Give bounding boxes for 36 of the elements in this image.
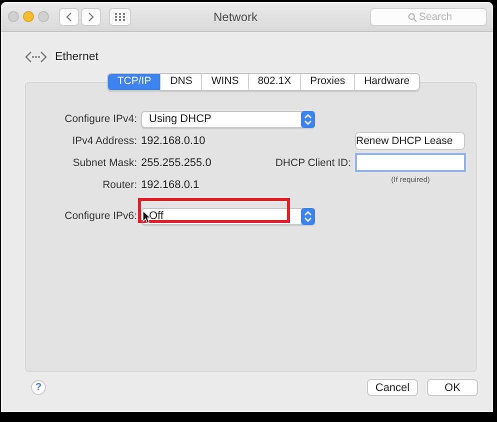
grid-button[interactable] [109, 8, 131, 26]
back-button[interactable] [59, 8, 79, 26]
field-value: 192.168.0.10 [141, 134, 206, 149]
chevron-right-icon [88, 12, 94, 22]
tab[interactable]: 802.1X [248, 74, 300, 90]
tab[interactable]: DNS [160, 74, 202, 90]
tab[interactable]: Hardware [354, 74, 419, 90]
chevron-left-icon [66, 12, 72, 22]
window-controls[interactable] [8, 11, 49, 22]
dialog-button[interactable]: OK [427, 379, 478, 396]
field-label: DHCP Client ID: [274, 156, 351, 171]
field-value: 192.168.0.1 [141, 178, 200, 193]
field-label: Configure IPv4: [64, 112, 137, 127]
forward-button[interactable] [81, 8, 101, 26]
field-label: Router: [102, 178, 137, 193]
field-label: Subnet Mask: [72, 156, 137, 171]
search-icon [408, 12, 417, 22]
network-icon [25, 51, 47, 63]
stepper-icon [301, 208, 315, 224]
field-label: IPv4 Address: [71, 134, 137, 149]
ipv4-popup[interactable]: Using DHCP [141, 110, 315, 128]
renew-lease-button[interactable]: Renew DHCP Lease [355, 132, 465, 150]
client-id-field[interactable] [355, 153, 466, 172]
tab[interactable]: Proxies [300, 74, 354, 90]
search-field[interactable]: Search [370, 8, 487, 26]
tab[interactable]: WINS [201, 74, 248, 90]
stepper-icon [301, 110, 315, 128]
cursor-icon [142, 210, 151, 224]
dialog-button[interactable]: Cancel [367, 379, 418, 396]
help-button[interactable]: ? [31, 380, 46, 395]
window-title: Network [212, 10, 258, 24]
field-label: Configure IPv6: [64, 209, 137, 224]
interface-name: Ethernet [55, 51, 98, 63]
grid-icon [115, 12, 125, 20]
field-value: 255.255.255.0 [141, 156, 212, 171]
tab[interactable]: TCP/IP [108, 74, 160, 90]
